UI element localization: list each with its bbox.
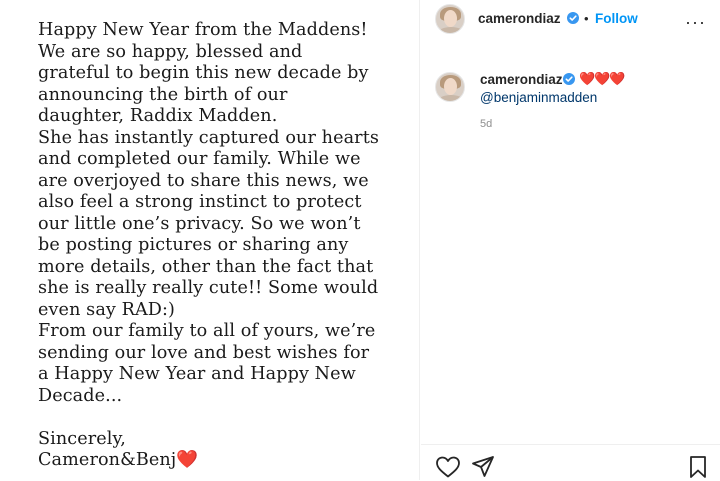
letter-line: also feel a strong instinct to protect [38,192,362,212]
letter-line: are overjoyed to share this news, we [38,170,369,191]
letter-line: Happy New Year from the Maddens! [38,20,368,40]
letter-line: daughter, Raddix Madden. [38,106,278,126]
avatar[interactable] [435,72,465,102]
letter-line: We are so happy, blessed and [38,41,303,62]
post-sidebar: camerondiaz • Follow ··· camerondiaz ❤️❤… [421,0,720,480]
letter-line: She has instantly captured our hearts [38,127,379,148]
heart-emoji-icon: ❤️❤️❤️ [579,71,626,86]
letter-line: even say RAD:) [38,299,175,320]
caption-username[interactable]: camerondiaz [480,72,563,87]
verified-badge-icon [563,73,575,85]
letter-spacer [38,407,413,429]
bookmark-icon[interactable] [688,455,708,479]
heart-emoji-icon: ❤️ [176,450,199,470]
letter-line: a Happy New Year and Happy New [38,364,356,384]
follow-button[interactable]: Follow [595,11,638,26]
letter-line: our little one’s privacy. So we won’t [38,213,361,234]
letter-closing: Sincerely, [38,428,126,449]
letter-line: and completed our family. While we [38,149,361,169]
letter-line: Decade... [38,385,123,406]
letter-line: she is really really cute!! Some would [38,278,379,298]
post-actions [421,444,720,481]
letter-signature-row: Cameron&Benj❤️ [38,450,413,472]
letter-line: announcing the birth of our [38,84,288,105]
header-username[interactable]: camerondiaz [478,11,561,26]
post-header: camerondiaz • Follow ··· [421,0,720,64]
letter-line: be posting pictures or sharing any [38,235,349,255]
letter-signature: Cameron&Benj [38,450,177,470]
letter-line: From our family to all of yours, we’re [38,321,376,341]
letter-line: more details, other than the fact that [38,256,374,277]
heart-outline-icon[interactable] [435,455,461,479]
avatar[interactable] [435,4,465,34]
paper-plane-icon[interactable] [471,455,495,479]
verified-badge-icon [567,12,579,24]
more-options-icon[interactable]: ··· [685,12,706,33]
comment-timestamp[interactable]: 5d [480,118,492,130]
post-letter-text: Happy New Year from the Maddens! We are … [38,20,413,472]
letter-line: grateful to begin this new decade by [38,63,369,83]
separator-dot: • [584,11,589,26]
letter-line: sending our love and best wishes for [38,342,370,363]
post-image: Happy New Year from the Maddens! We are … [0,0,420,480]
mention-link[interactable]: @benjaminmadden [480,90,597,105]
